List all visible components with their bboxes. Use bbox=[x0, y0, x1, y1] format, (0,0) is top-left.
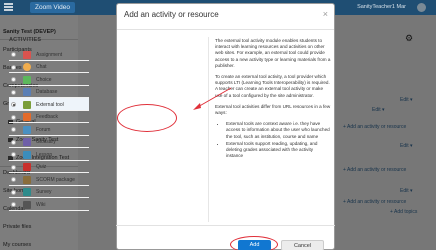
annotation-arrow-icon bbox=[193, 87, 232, 110]
